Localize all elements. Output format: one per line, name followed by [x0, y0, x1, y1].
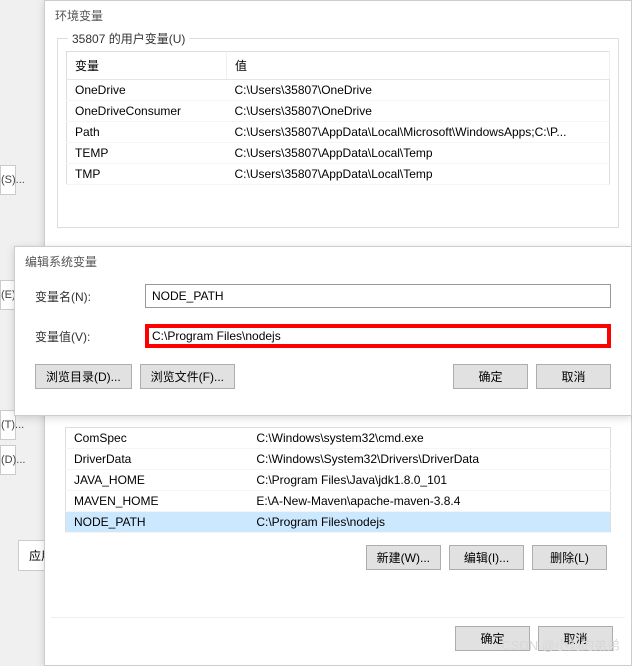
edit-cancel-button[interactable]: 取消 [536, 364, 611, 389]
cell-val: E:\A-New-Maven\apache-maven-3.8.4 [248, 491, 610, 512]
var-name-input[interactable] [145, 284, 611, 308]
table-row[interactable]: TEMPC:\Users\35807\AppData\Local\Temp [67, 143, 610, 164]
system-vars-table[interactable]: ComSpecC:\Windows\system32\cmd.exeDriver… [65, 427, 611, 533]
cell-val: C:\Windows\System32\Drivers\DriverData [248, 449, 610, 470]
table-row[interactable]: ComSpecC:\Windows\system32\cmd.exe [66, 428, 611, 449]
table-row[interactable]: PathC:\Users\35807\AppData\Local\Microso… [67, 122, 610, 143]
user-vars-table[interactable]: 变量 值 OneDriveC:\Users\35807\OneDriveOneD… [66, 51, 610, 185]
env-ok-button[interactable]: 确定 [455, 626, 530, 651]
table-row[interactable]: NODE_PATHC:\Program Files\nodejs [66, 512, 611, 533]
cell-var: OneDriveConsumer [67, 101, 227, 122]
cell-val: C:\Program Files\nodejs [248, 512, 610, 533]
col-val[interactable]: 值 [227, 52, 610, 80]
var-value-label: 变量值(V): [35, 328, 145, 345]
cell-val: C:\Users\35807\AppData\Local\Temp [227, 164, 610, 185]
cell-var: JAVA_HOME [66, 470, 249, 491]
col-var[interactable]: 变量 [67, 52, 227, 80]
table-row[interactable]: TMPC:\Users\35807\AppData\Local\Temp [67, 164, 610, 185]
cell-val: C:\Users\35807\AppData\Local\Temp [227, 143, 610, 164]
cell-val: C:\Users\35807\OneDrive [227, 80, 610, 101]
table-row[interactable]: OneDriveConsumerC:\Users\35807\OneDrive [67, 101, 610, 122]
var-value-input[interactable] [145, 324, 611, 348]
table-row[interactable]: DriverDataC:\Windows\System32\Drivers\Dr… [66, 449, 611, 470]
table-row[interactable]: OneDriveC:\Users\35807\OneDrive [67, 80, 610, 101]
table-row[interactable]: MAVEN_HOMEE:\A-New-Maven\apache-maven-3.… [66, 491, 611, 512]
browse-dir-button[interactable]: 浏览目录(D)... [35, 364, 132, 389]
cell-var: Path [67, 122, 227, 143]
system-vars-buttons: 新建(W)... 编辑(I)... 删除(L) [57, 537, 619, 578]
env-cancel-button[interactable]: 取消 [538, 626, 613, 651]
cell-var: MAVEN_HOME [66, 491, 249, 512]
env-dialog-buttons: 确定 取消 [51, 617, 625, 659]
cell-var: DriverData [66, 449, 249, 470]
cell-var: NODE_PATH [66, 512, 249, 533]
cell-var: TEMP [67, 143, 227, 164]
table-row[interactable]: JAVA_HOMEC:\Program Files\Java\jdk1.8.0_… [66, 470, 611, 491]
cell-var: ComSpec [66, 428, 249, 449]
system-vars-group: ComSpecC:\Windows\system32\cmd.exeDriver… [57, 423, 619, 578]
cell-var: OneDrive [67, 80, 227, 101]
cell-val: C:\Users\35807\OneDrive [227, 101, 610, 122]
cell-val: C:\Users\35807\AppData\Local\Microsoft\W… [227, 122, 610, 143]
delete-sys-var-button[interactable]: 删除(L) [532, 545, 607, 570]
user-vars-title: 35807 的用户变量(U) [68, 30, 189, 47]
edit-var-dialog: 编辑系统变量 变量名(N): 变量值(V): 浏览目录(D)... 浏览文件(F… [14, 246, 632, 416]
var-name-row: 变量名(N): [15, 276, 631, 316]
cell-val: C:\Program Files\Java\jdk1.8.0_101 [248, 470, 610, 491]
new-sys-var-button[interactable]: 新建(W)... [366, 545, 441, 570]
browse-file-button[interactable]: 浏览文件(F)... [140, 364, 235, 389]
var-name-label: 变量名(N): [35, 288, 145, 305]
cell-val: C:\Windows\system32\cmd.exe [248, 428, 610, 449]
env-window-title: 环境变量 [45, 1, 631, 30]
var-value-row: 变量值(V): [15, 316, 631, 356]
edit-dialog-buttons: 浏览目录(D)... 浏览文件(F)... 确定 取消 [15, 356, 631, 397]
edit-ok-button[interactable]: 确定 [453, 364, 528, 389]
edit-dialog-title: 编辑系统变量 [15, 247, 631, 276]
peek-button-d[interactable]: (D)... [0, 445, 16, 475]
peek-button-s[interactable]: (S)... [0, 165, 16, 195]
user-vars-group: 35807 的用户变量(U) 变量 值 OneDriveC:\Users\358… [57, 38, 619, 228]
cell-var: TMP [67, 164, 227, 185]
edit-sys-var-button[interactable]: 编辑(I)... [449, 545, 524, 570]
